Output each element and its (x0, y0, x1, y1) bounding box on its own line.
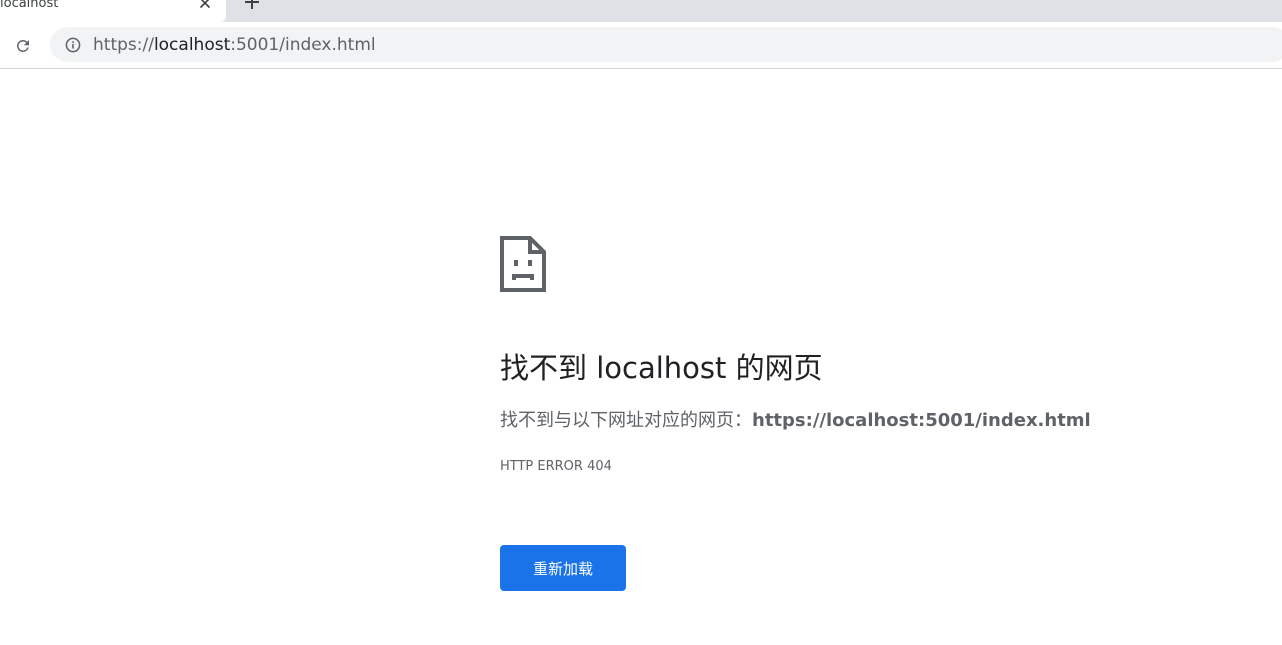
reload-icon[interactable] (10, 33, 36, 59)
tab-strip: localhost (0, 0, 1282, 22)
tab-title: localhost (0, 0, 59, 11)
description-url: https://localhost:5001/index.html (752, 410, 1091, 431)
reload-button[interactable]: 重新加载 (500, 545, 626, 591)
info-icon[interactable] (64, 36, 82, 54)
close-icon[interactable] (196, 0, 214, 12)
page-title: 找不到 localhost 的网页 (500, 351, 823, 385)
url-scheme: https:// (93, 35, 154, 55)
plus-icon[interactable] (242, 0, 262, 12)
url-path: :5001/index.html (230, 35, 376, 55)
sad-page-icon (500, 236, 546, 292)
url-text[interactable]: https://localhost:5001/index.html (93, 35, 376, 55)
tab-active[interactable]: localhost (0, 0, 226, 22)
address-bar[interactable]: https://localhost:5001/index.html (50, 27, 1282, 62)
error-code: HTTP ERROR 404 (500, 459, 612, 474)
description-text: 找不到与以下网址对应的网页： (500, 410, 752, 431)
error-description: 找不到与以下网址对应的网页：https://localhost:5001/ind… (500, 408, 1091, 434)
browser-toolbar: https://localhost:5001/index.html (0, 22, 1282, 69)
url-host: localhost (153, 35, 231, 55)
